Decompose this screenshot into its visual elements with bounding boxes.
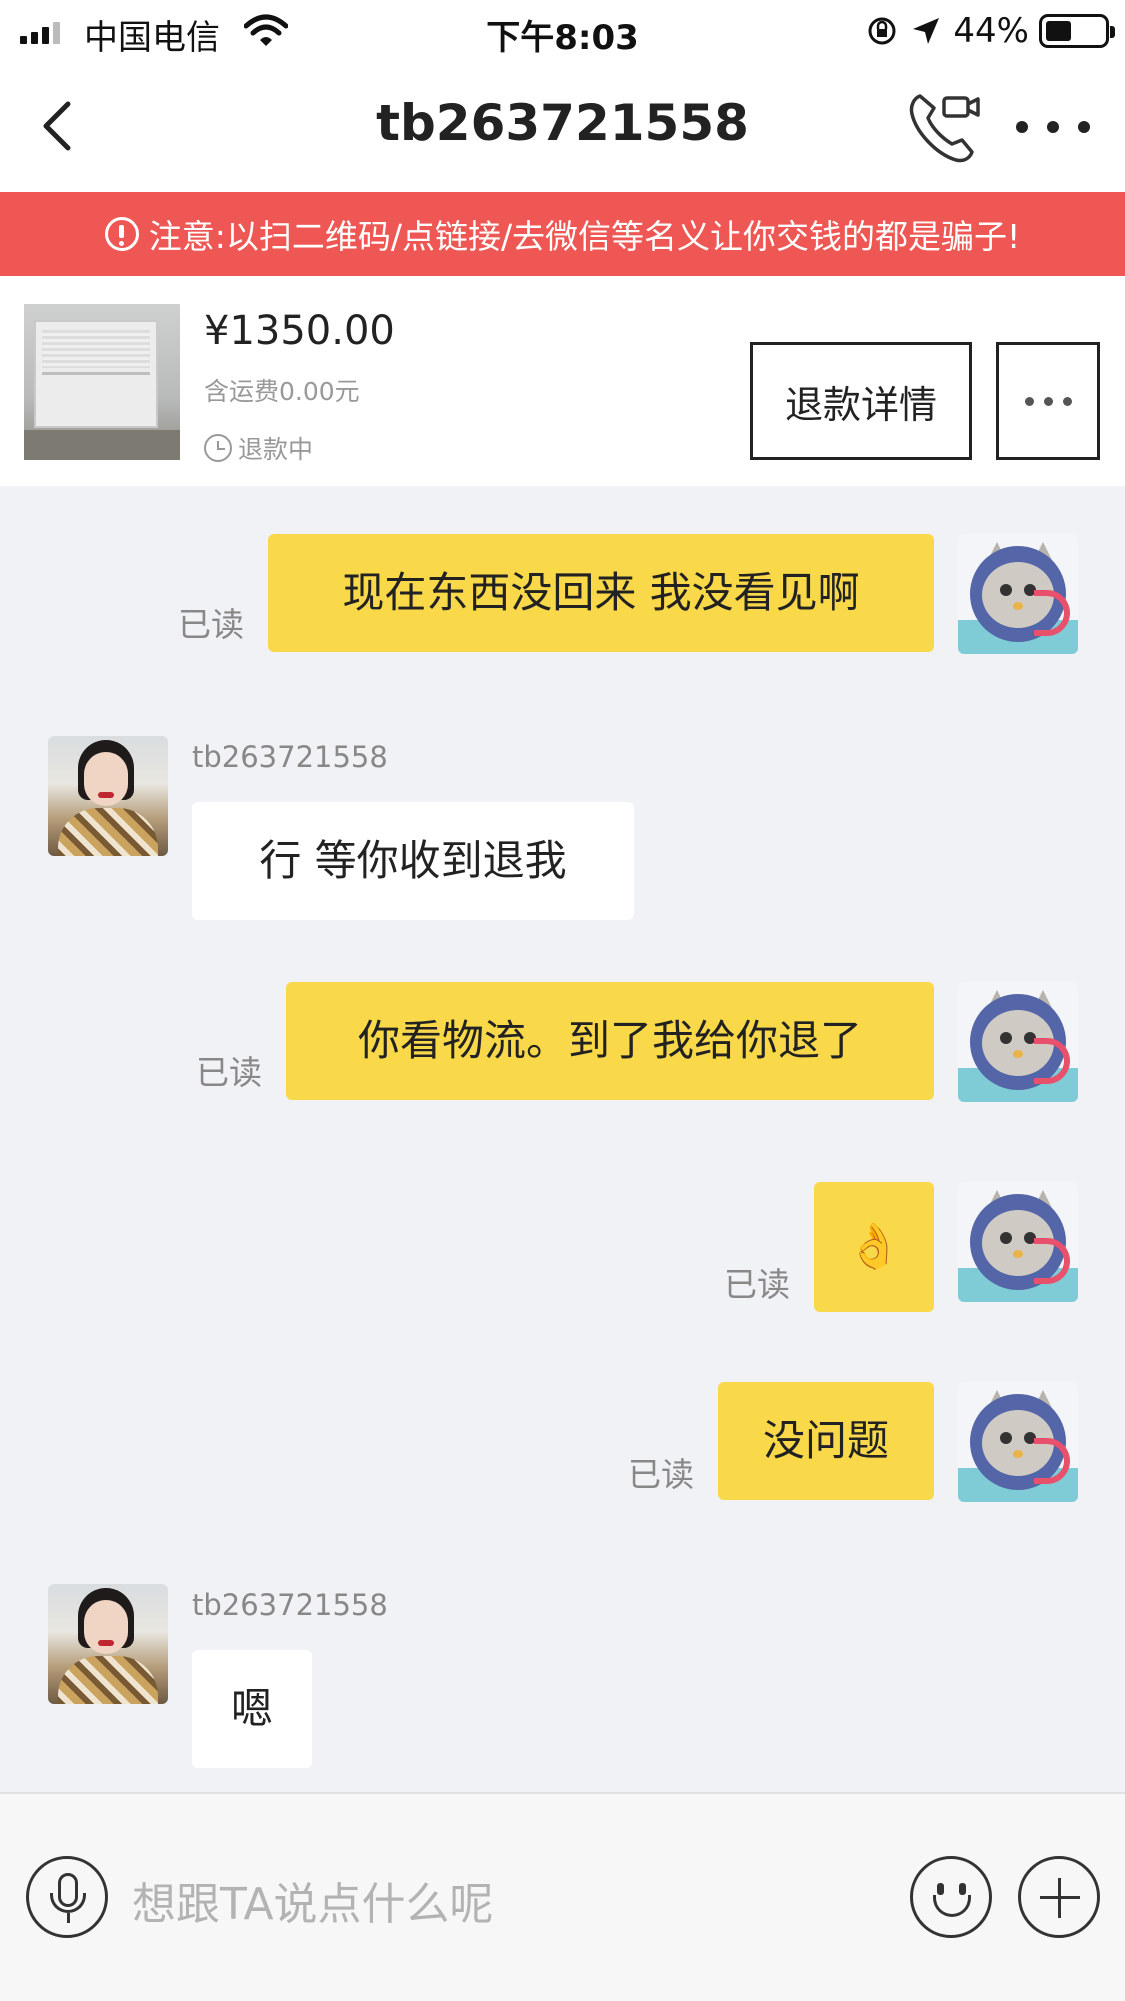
battery-percent: 44%: [953, 11, 1029, 51]
my-message-bubble[interactable]: 👌: [814, 1182, 934, 1312]
location-arrow-icon: [913, 18, 940, 44]
read-receipt: 已读: [196, 1053, 262, 1092]
shipping-fee: 含运费0.00元: [204, 377, 360, 406]
back-chevron-icon[interactable]: [30, 96, 90, 156]
read-receipt: 已读: [628, 1455, 694, 1494]
refund-status: 退款中: [204, 430, 313, 466]
warning-text: 注意:以扫二维码/点链接/去微信等名义让你交钱的都是骗子!: [148, 217, 1021, 256]
more-dots-icon[interactable]: [1016, 102, 1090, 152]
my-avatar[interactable]: [958, 1182, 1078, 1302]
product-price: ¥1350.00: [204, 308, 395, 354]
wifi-icon: [244, 14, 288, 46]
battery-level: [1046, 21, 1071, 41]
video-call-icon[interactable]: [906, 88, 984, 166]
product-card[interactable]: ¥1350.00 含运费0.00元 退款中 退款详情: [0, 276, 1125, 486]
nav-bar: tb263721558: [0, 62, 1125, 192]
sender-name: tb263721558: [192, 740, 388, 774]
carrier-name: 中国电信: [84, 18, 220, 58]
product-more-button[interactable]: [996, 342, 1100, 460]
my-message-bubble[interactable]: 没问题: [718, 1382, 934, 1500]
scam-warning-banner: 注意:以扫二维码/点链接/去微信等名义让你交钱的都是骗子!: [0, 192, 1125, 276]
battery-icon: [1039, 14, 1115, 48]
plus-icon[interactable]: [1018, 1856, 1100, 1938]
refund-status-text: 退款中: [238, 435, 314, 464]
contact-avatar[interactable]: [48, 1584, 168, 1704]
contact-avatar[interactable]: [48, 736, 168, 856]
message-input[interactable]: 想跟TA说点什么呢: [132, 1868, 494, 1932]
refund-details-button[interactable]: 退款详情: [750, 342, 972, 460]
my-avatar[interactable]: [958, 982, 1078, 1102]
their-message-bubble[interactable]: 行 等你收到退我: [192, 802, 634, 920]
my-avatar[interactable]: [958, 534, 1078, 654]
message-input-bar: 想跟TA说点什么呢: [0, 1792, 1125, 2001]
their-message-bubble[interactable]: 嗯: [192, 1650, 312, 1768]
my-avatar[interactable]: [958, 1382, 1078, 1502]
clock-icon: [204, 434, 232, 462]
my-message-bubble[interactable]: 现在东西没回来 我没看见啊: [268, 534, 934, 652]
product-thumbnail[interactable]: [24, 304, 180, 460]
status-bar: 中国电信 下午8:03 44%: [0, 0, 1125, 62]
signal-icon: [20, 22, 60, 44]
emoji-icon[interactable]: [910, 1856, 992, 1938]
read-receipt: 已读: [178, 605, 244, 644]
orientation-lock-icon: [868, 17, 896, 45]
my-message-bubble[interactable]: 你看物流。到了我给你退了: [286, 982, 934, 1100]
alert-circle-icon: [104, 217, 139, 251]
microphone-icon[interactable]: [26, 1856, 108, 1938]
sender-name: tb263721558: [192, 1588, 388, 1622]
read-receipt: 已读: [724, 1265, 790, 1304]
